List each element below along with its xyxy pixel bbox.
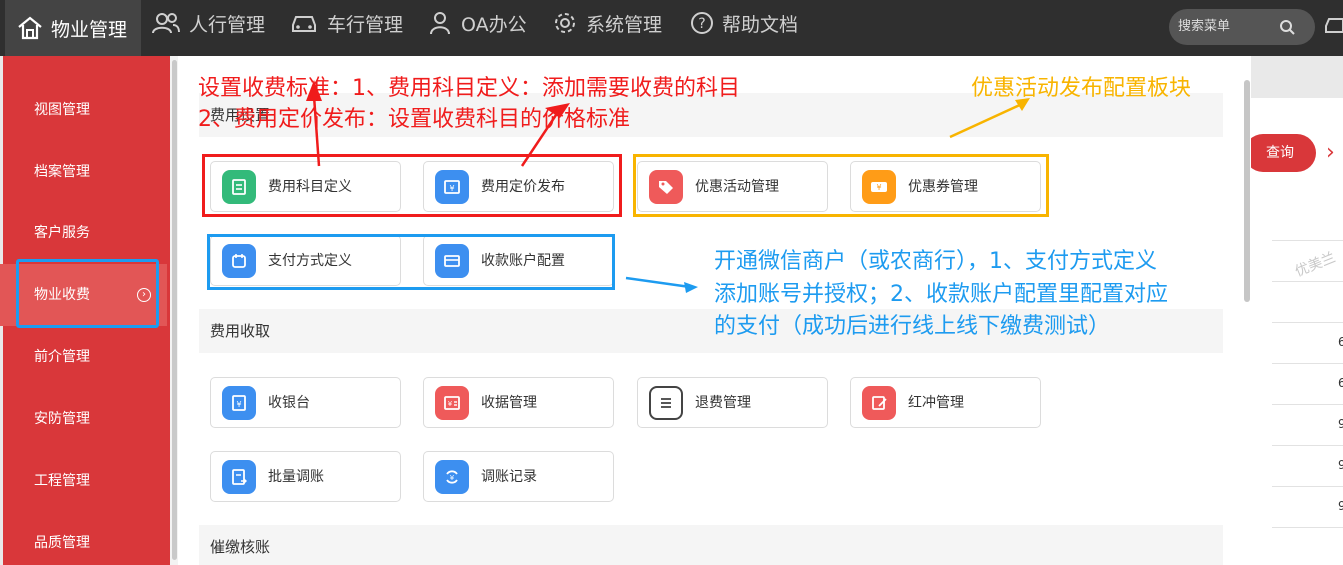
annotation-red-line2: 2、费用定价发布：设置收费科目的价格标准 <box>198 107 630 132</box>
annotation-blue-line2: 添加账号并授权；2、收款账户配置里配置对应 <box>714 282 1168 307</box>
annotation-blue-line1: 开通微信商户（或农商行），1、支付方式定义 <box>714 249 1157 274</box>
annotation-orange: 优惠活动发布配置板块 <box>971 76 1192 101</box>
annotation-red-line1: 设置收费标准：1、费用科目定义：添加需要收费的科目 <box>198 76 740 101</box>
annotation-blue-line3: 的支付（成功后进行线上线下缴费测试） <box>714 314 1111 339</box>
